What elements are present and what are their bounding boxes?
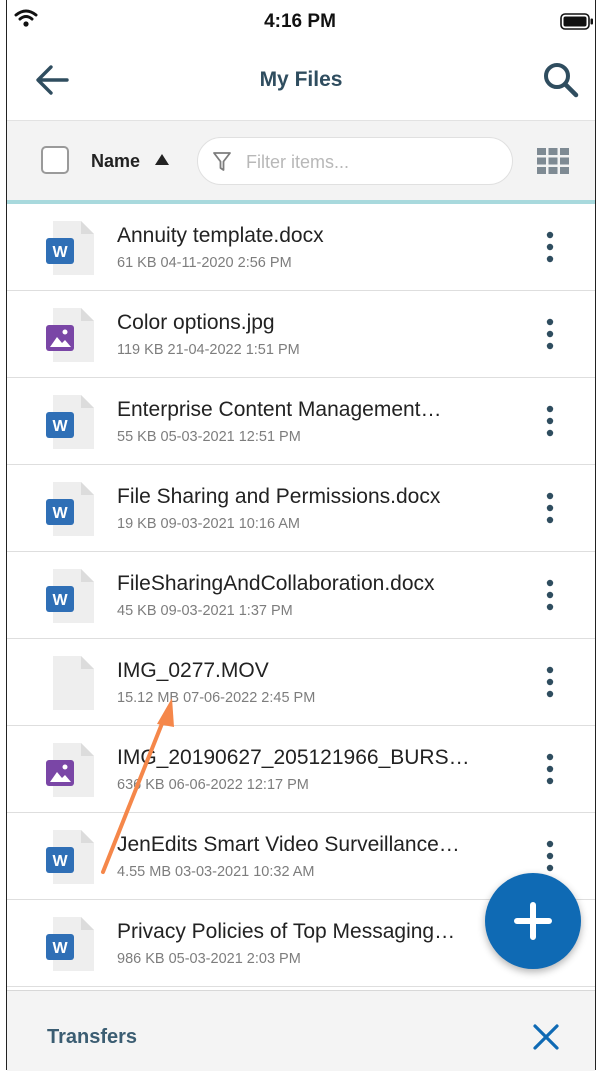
- file-name: Privacy Policies of Top Messaging…: [117, 920, 456, 943]
- filter-field[interactable]: [197, 137, 513, 185]
- svg-text:W: W: [52, 940, 68, 957]
- close-icon[interactable]: [531, 1022, 561, 1052]
- plus-icon: [514, 902, 552, 940]
- transfers-bar[interactable]: Transfers: [7, 990, 595, 1071]
- file-meta: 636 KB 06-06-2022 12:17 PM: [117, 777, 309, 793]
- more-options-icon[interactable]: [537, 752, 563, 786]
- filter-funnel-icon: [213, 152, 231, 171]
- file-list: W Annuity template.docx 61 KB 04-11-2020…: [7, 204, 595, 987]
- more-options-icon[interactable]: [537, 230, 563, 264]
- file-meta: 986 KB 05-03-2021 2:03 PM: [117, 951, 301, 967]
- file-meta: 61 KB 04-11-2020 2:56 PM: [117, 255, 292, 271]
- image-file-icon: [46, 743, 94, 797]
- word-doc-icon: W: [46, 569, 94, 623]
- grid-view-icon[interactable]: [537, 148, 569, 174]
- file-row[interactable]: W File Sharing and Permissions.docx 19 K…: [7, 465, 595, 552]
- svg-text:W: W: [52, 853, 68, 870]
- file-name: Annuity template.docx: [117, 224, 324, 247]
- more-options-icon[interactable]: [537, 317, 563, 351]
- more-options-icon[interactable]: [537, 578, 563, 612]
- more-options-icon[interactable]: [537, 491, 563, 525]
- nav-bar: My Files: [7, 42, 595, 120]
- image-file-icon: [46, 308, 94, 362]
- status-time: 4:16 PM: [264, 11, 336, 32]
- file-row[interactable]: W Annuity template.docx 61 KB 04-11-2020…: [7, 204, 595, 291]
- status-bar: 4:16 PM: [0, 0, 600, 42]
- file-meta: 19 KB 09-03-2021 10:16 AM: [117, 516, 300, 532]
- sort-ascending-icon[interactable]: [155, 154, 169, 165]
- file-meta: 45 KB 09-03-2021 1:37 PM: [117, 603, 293, 619]
- file-name: IMG_0277.MOV: [117, 659, 269, 682]
- svg-text:W: W: [52, 505, 68, 522]
- sort-by-name-button[interactable]: Name: [91, 151, 140, 172]
- file-row[interactable]: IMG_0277.MOV 15.12 MB 07-06-2022 2:45 PM: [7, 639, 595, 726]
- svg-text:W: W: [52, 244, 68, 261]
- file-row[interactable]: IMG_20190627_205121966_BURS… 636 KB 06-0…: [7, 726, 595, 813]
- file-meta: 55 KB 05-03-2021 12:51 PM: [117, 429, 301, 445]
- svg-text:W: W: [52, 418, 68, 435]
- file-meta: 15.12 MB 07-06-2022 2:45 PM: [117, 690, 316, 706]
- more-options-icon[interactable]: [537, 665, 563, 699]
- file-name: JenEdits Smart Video Surveillance…: [117, 833, 460, 856]
- word-doc-icon: W: [46, 395, 94, 449]
- file-name: Enterprise Content Management…: [117, 398, 442, 421]
- file-meta: 4.55 MB 03-03-2021 10:32 AM: [117, 864, 315, 880]
- file-name: FileSharingAndCollaboration.docx: [117, 572, 435, 595]
- more-options-icon[interactable]: [537, 839, 563, 873]
- list-toolbar: Name: [7, 120, 595, 201]
- search-icon[interactable]: [541, 60, 581, 100]
- file-name: IMG_20190627_205121966_BURS…: [117, 746, 470, 769]
- word-doc-icon: W: [46, 482, 94, 536]
- select-all-checkbox[interactable]: [41, 146, 69, 174]
- file-row[interactable]: W Enterprise Content Management… 55 KB 0…: [7, 378, 595, 465]
- battery-icon: [560, 13, 593, 30]
- file-row[interactable]: W FileSharingAndCollaboration.docx 45 KB…: [7, 552, 595, 639]
- file-name: File Sharing and Permissions.docx: [117, 485, 441, 508]
- transfers-label: Transfers: [47, 1026, 138, 1048]
- word-doc-icon: W: [46, 830, 94, 884]
- file-row[interactable]: Color options.jpg 119 KB 21-04-2022 1:51…: [7, 291, 595, 378]
- add-button[interactable]: [485, 873, 581, 969]
- file-name: Color options.jpg: [117, 311, 275, 334]
- generic-file-icon: [53, 656, 94, 710]
- more-options-icon[interactable]: [537, 404, 563, 438]
- page-title: My Files: [259, 68, 343, 91]
- word-doc-icon: W: [46, 917, 94, 971]
- word-doc-icon: W: [46, 221, 94, 275]
- filter-input[interactable]: [244, 148, 498, 176]
- file-meta: 119 KB 21-04-2022 1:51 PM: [117, 342, 300, 358]
- svg-text:W: W: [52, 592, 68, 609]
